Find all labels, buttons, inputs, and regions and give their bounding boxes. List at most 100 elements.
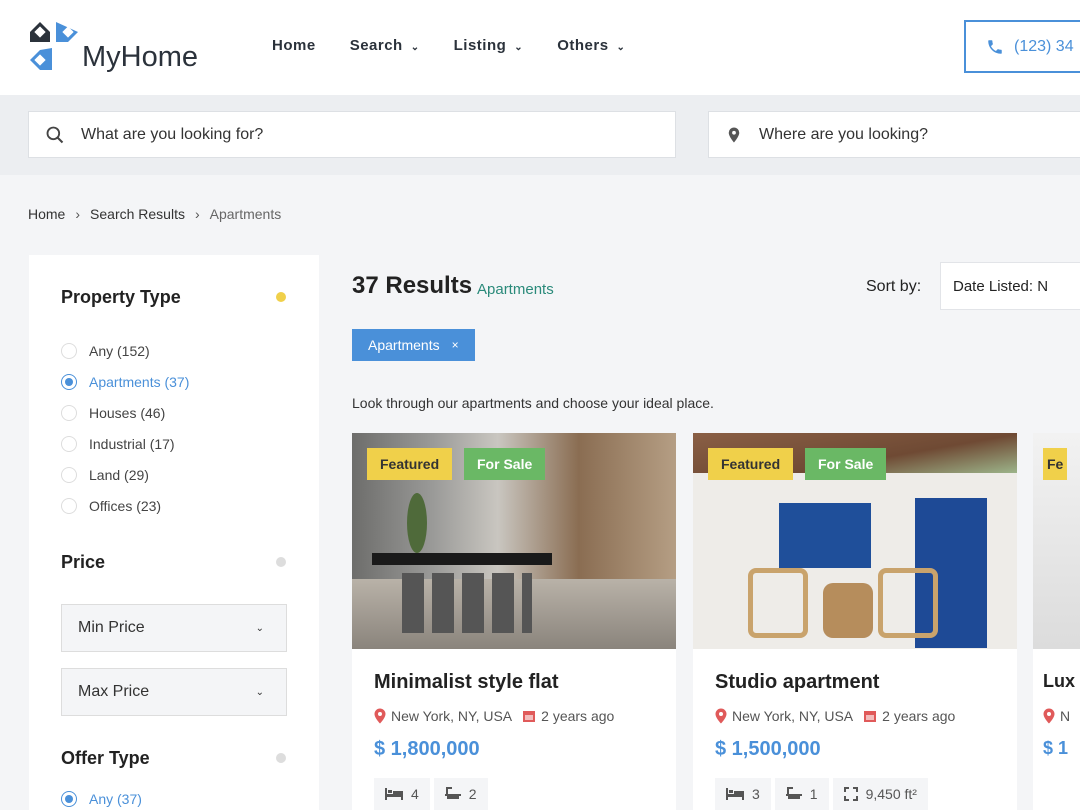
keyword-placeholder: What are you looking for?: [81, 125, 264, 143]
listing-image[interactable]: Featured For Sale: [352, 433, 676, 649]
nav-home[interactable]: Home: [272, 37, 316, 54]
logo-icon: [30, 22, 78, 70]
nav-label: Home: [272, 37, 316, 54]
featured-badge: Featured: [367, 448, 453, 480]
keyword-search-input[interactable]: What are you looking for?: [28, 111, 676, 158]
phone-number: (123) 34: [1014, 37, 1074, 55]
phone-button[interactable]: (123) 34: [964, 20, 1080, 73]
sort-select[interactable]: Date Listed: N: [940, 262, 1080, 310]
site-header: MyHome Home Search ⌄ Listing ⌄ Others ⌄ (12…: [0, 0, 1080, 95]
listing-location: N: [1060, 708, 1071, 724]
radio-offer-any[interactable]: Any (37): [61, 791, 142, 807]
select-value: Max Price: [78, 683, 150, 700]
nav-label: Others: [557, 37, 609, 54]
location-pin-icon: [728, 127, 740, 142]
for-sale-badge: For Sale: [805, 448, 887, 480]
area: 9,450 ft²: [832, 778, 928, 810]
calendar-icon: [864, 711, 877, 722]
nav-listing[interactable]: Listing ⌄: [454, 37, 524, 54]
bath-count: 1: [809, 786, 818, 802]
bed-icon: [385, 788, 403, 800]
radio-label: Industrial (17): [89, 436, 175, 452]
location-pin-icon: [374, 708, 386, 724]
chevron-right-icon: ›: [75, 206, 81, 222]
bathrooms: 2: [433, 778, 488, 810]
max-price-select[interactable]: Max Price ⌄: [61, 668, 287, 716]
listing-image[interactable]: Fe: [1033, 433, 1080, 649]
calendar-icon: [523, 711, 536, 722]
listing-price: $ 1,800,000: [374, 738, 480, 760]
search-icon: [46, 126, 64, 143]
chevron-down-icon: ⌄: [616, 42, 626, 53]
results-count: 37 Results: [352, 272, 473, 299]
radio-any[interactable]: Any (152): [61, 343, 150, 359]
filter-sidebar: Property Type Any (152) Apartments (37) …: [29, 255, 319, 810]
status-dot: [276, 753, 286, 763]
listing-title[interactable]: Studio apartment: [715, 671, 879, 694]
listing-features: 3 1 9,450 ft²: [715, 778, 928, 810]
nav-search[interactable]: Search ⌄: [350, 37, 420, 54]
property-type-title: Property Type: [61, 287, 181, 307]
listing-title[interactable]: Lux: [1043, 671, 1075, 692]
radio-apartments[interactable]: Apartments (37): [61, 374, 189, 390]
status-dot: [276, 557, 286, 567]
breadcrumb-home[interactable]: Home: [28, 206, 65, 222]
radio-label: Offices (23): [89, 498, 162, 514]
for-sale-badge: For Sale: [464, 448, 546, 480]
radio-land[interactable]: Land (29): [61, 467, 149, 483]
listing-date: 2 years ago: [882, 708, 956, 724]
listing-title[interactable]: Minimalist style flat: [374, 671, 559, 694]
phone-icon: [988, 39, 1002, 54]
bedrooms: 4: [374, 778, 430, 810]
radio-label: Houses (46): [89, 405, 166, 421]
listing-meta: New York, NY, USA 2 years ago: [715, 708, 955, 724]
radio-label: Apartments (37): [89, 374, 190, 390]
status-dot: [276, 292, 286, 302]
location-search-input[interactable]: Where are you looking?: [708, 111, 1080, 158]
search-bar: What are you looking for? Where are you …: [0, 95, 1080, 175]
listing-card[interactable]: Fe Lux N $ 1: [1033, 433, 1080, 810]
bed-count: 4: [411, 786, 419, 802]
chevron-down-icon: ⌄: [255, 686, 264, 698]
listing-price: $ 1: [1043, 738, 1069, 758]
offer-type-title: Offer Type: [61, 748, 150, 768]
chevron-down-icon: ⌄: [410, 42, 420, 53]
radio-label: Any (152): [89, 343, 150, 359]
featured-badge: Fe: [1043, 448, 1068, 480]
radio-label: Any (37): [89, 791, 142, 807]
min-price-select[interactable]: Min Price ⌄: [61, 604, 287, 652]
expand-icon: [843, 787, 858, 801]
bed-icon: [726, 788, 744, 800]
filter-chip-apartments[interactable]: Apartments ×: [352, 329, 475, 361]
listing-card[interactable]: Featured For Sale Studio apartment New Y…: [693, 433, 1017, 810]
radio-offices[interactable]: Offices (23): [61, 498, 161, 514]
close-icon[interactable]: ×: [452, 338, 459, 352]
breadcrumb-search-results[interactable]: Search Results: [90, 206, 185, 222]
bath-icon: [785, 787, 802, 799]
listing-price: $ 1,500,000: [715, 738, 821, 760]
breadcrumb: Home › Search Results › Apartments: [28, 206, 281, 222]
location-placeholder: Where are you looking?: [759, 125, 928, 143]
bathrooms: 1: [774, 778, 829, 810]
select-value: Min Price: [78, 619, 145, 636]
main-nav: Home Search ⌄ Listing ⌄ Others ⌄: [272, 37, 659, 54]
listing-meta: New York, NY, USA 2 years ago: [374, 708, 614, 724]
price-title: Price: [61, 552, 106, 572]
listing-meta: N: [1043, 708, 1070, 724]
nav-label: Listing: [453, 37, 507, 54]
listing-location: New York, NY, USA: [732, 708, 854, 724]
chip-label: Apartments: [368, 337, 440, 353]
listing-card[interactable]: Featured For Sale Minimalist style flat …: [352, 433, 676, 810]
logo[interactable]: MyHome: [28, 20, 198, 72]
chevron-down-icon: ⌄: [514, 42, 524, 53]
listing-image[interactable]: Featured For Sale: [693, 433, 1017, 649]
radio-houses[interactable]: Houses (46): [61, 405, 165, 421]
chevron-down-icon: ⌄: [255, 622, 264, 634]
logo-text: MyHome: [82, 41, 199, 73]
nav-others[interactable]: Others ⌄: [557, 37, 625, 54]
bed-count: 3: [752, 786, 760, 802]
results-category: Apartments: [477, 281, 554, 298]
bath-icon: [444, 787, 461, 799]
radio-industrial[interactable]: Industrial (17): [61, 436, 175, 452]
area-value: 9,450 ft²: [865, 786, 917, 802]
